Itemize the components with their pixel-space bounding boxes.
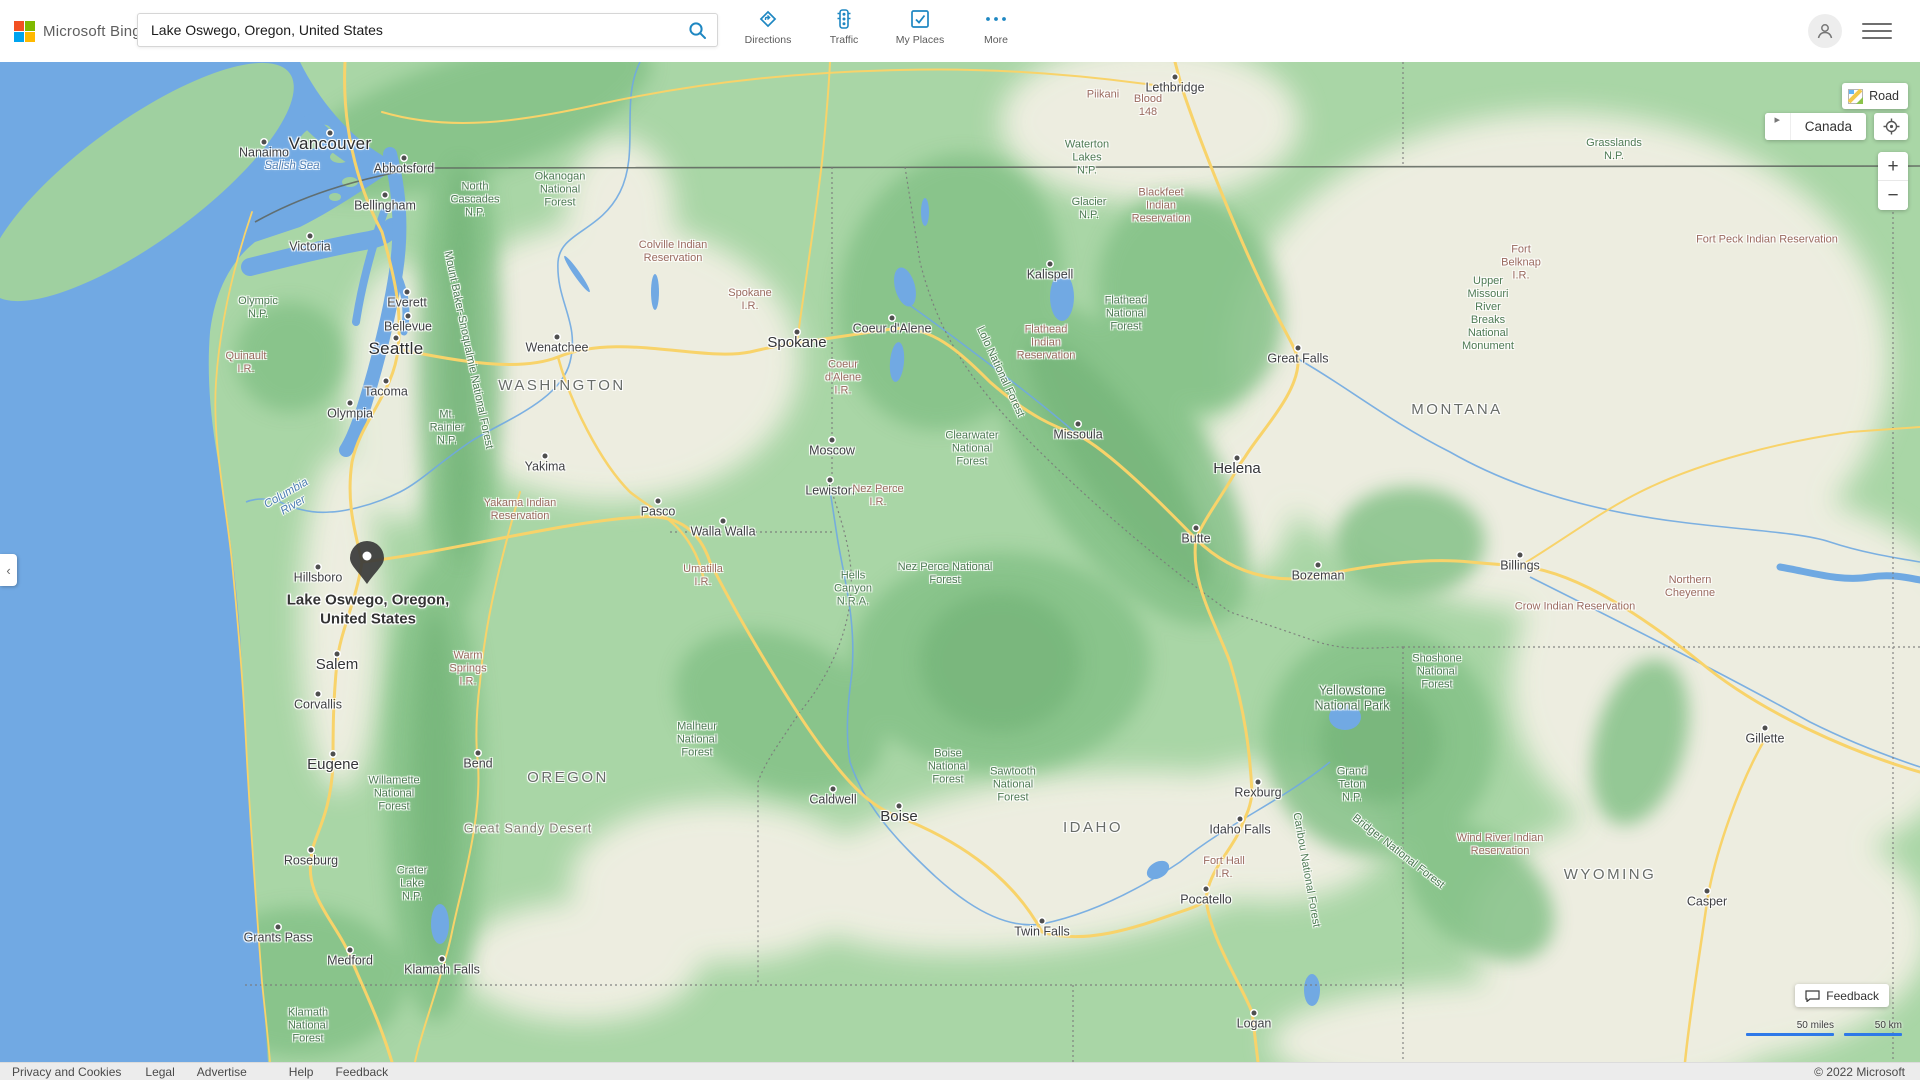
map-toolbar: Directions Traffic My Places More <box>730 6 1034 46</box>
region-selector[interactable]: ▸ Canada <box>1765 113 1866 140</box>
panel-collapse-tab[interactable]: ‹ <box>0 554 17 586</box>
scale-miles-bar <box>1746 1033 1834 1036</box>
my-places-checkbox-icon <box>908 6 932 32</box>
footer-bar: Privacy and Cookies Legal Advertise Help Fee… <box>0 1062 1920 1080</box>
account-avatar[interactable] <box>1808 14 1842 48</box>
microsoft-bing-logo[interactable]: Microsoft Bing <box>14 21 141 42</box>
scale-km-label: 50 km <box>1875 1020 1902 1031</box>
footer-link-advertise[interactable]: Advertise <box>197 1065 247 1079</box>
directions-diamond-arrow-icon <box>756 6 780 32</box>
toolbar-label: Directions <box>745 34 792 46</box>
footer-link-privacy-and-cookies[interactable]: Privacy and Cookies <box>12 1065 121 1079</box>
footer-link-legal[interactable]: Legal <box>145 1065 174 1079</box>
brand-wordmark: Microsoft Bing <box>43 23 141 40</box>
top-header-bar: Microsoft Bing Directions Traffic My Place… <box>0 0 1920 62</box>
footer-link-help[interactable]: Help <box>289 1065 314 1079</box>
pin-label: Lake Oswego, Oregon, United States <box>287 591 450 629</box>
search-icon <box>688 21 707 40</box>
region-expand-chevron-icon[interactable]: ▸ <box>1765 113 1791 140</box>
traffic-light-icon <box>832 6 856 32</box>
hamburger-menu-icon <box>1862 23 1892 25</box>
toolbar-traffic-button[interactable]: Traffic <box>815 6 873 46</box>
toolbar-more-button[interactable]: More <box>967 6 1025 46</box>
hamburger-menu-button[interactable] <box>1862 19 1892 43</box>
map-terrain-art <box>0 62 1920 1062</box>
zoom-control: + − <box>1878 152 1908 210</box>
map-canvas[interactable]: VancouverNanaimoSalish SeaAbbotsfordBell… <box>0 62 1920 1062</box>
zoom-out-button[interactable]: − <box>1878 181 1908 210</box>
map-feedback-button[interactable]: Feedback <box>1795 984 1889 1007</box>
scale-miles-label: 50 miles <box>1797 1020 1834 1031</box>
search-box <box>137 13 718 47</box>
toolbar-my-places-button[interactable]: My Places <box>891 6 949 46</box>
scale-km-bar <box>1844 1033 1902 1036</box>
toolbar-label: Traffic <box>830 34 859 46</box>
map-scale: 50 miles 50 km <box>1746 1020 1902 1036</box>
footer-link-feedback[interactable]: Feedback <box>335 1065 388 1079</box>
more-ellipsis-icon <box>983 6 1009 32</box>
person-icon <box>1815 21 1835 41</box>
header-right <box>1808 0 1892 62</box>
speech-bubble-icon <box>1805 990 1820 1002</box>
region-label: Canada <box>1791 119 1866 134</box>
toolbar-label: My Places <box>896 34 944 46</box>
search-button[interactable] <box>677 14 717 46</box>
toolbar-label: More <box>984 34 1008 46</box>
map-style-road-button[interactable]: Road <box>1842 83 1908 109</box>
toolbar-directions-button[interactable]: Directions <box>739 6 797 46</box>
zoom-in-button[interactable]: + <box>1878 152 1908 181</box>
microsoft-logo-icon <box>14 21 35 42</box>
copyright-text: © 2022 Microsoft <box>1814 1065 1905 1079</box>
road-style-icon <box>1848 89 1863 104</box>
search-input[interactable] <box>138 22 677 38</box>
locate-me-button[interactable] <box>1874 113 1908 140</box>
locate-target-icon <box>1883 118 1900 135</box>
